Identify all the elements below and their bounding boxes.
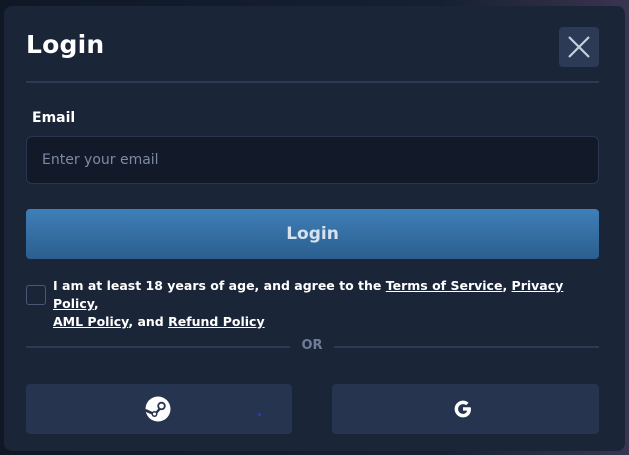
google-icon bbox=[454, 400, 471, 418]
terms-separator: , bbox=[502, 278, 512, 293]
google-login-button[interactable] bbox=[332, 384, 599, 434]
steam-login-button[interactable] bbox=[26, 384, 292, 434]
login-modal: Login Email Login I am at least 18 years… bbox=[4, 6, 625, 451]
email-field[interactable] bbox=[26, 136, 599, 184]
header-divider bbox=[26, 81, 599, 83]
decorative-dot bbox=[258, 413, 261, 416]
refund-policy-link[interactable]: Refund Policy bbox=[168, 314, 265, 329]
or-label: OR bbox=[301, 338, 323, 353]
age-terms-checkbox[interactable] bbox=[26, 285, 46, 305]
terms-separator: , and bbox=[128, 314, 169, 329]
close-x-icon bbox=[568, 36, 590, 58]
aml-policy-link[interactable]: AML Policy bbox=[53, 314, 128, 329]
terms-prefix: I am at least 18 years of age, and agree… bbox=[53, 278, 386, 293]
terms-text: I am at least 18 years of age, and agree… bbox=[53, 277, 573, 331]
close-button[interactable] bbox=[559, 27, 599, 67]
steam-icon bbox=[145, 396, 171, 422]
login-button[interactable]: Login bbox=[26, 209, 599, 259]
terms-of-service-link[interactable]: Terms of Service bbox=[386, 278, 503, 293]
modal-title: Login bbox=[26, 30, 105, 59]
or-divider-left bbox=[26, 346, 290, 348]
email-label: Email bbox=[32, 110, 76, 126]
terms-separator: , bbox=[93, 296, 99, 311]
or-divider-right bbox=[334, 346, 599, 348]
